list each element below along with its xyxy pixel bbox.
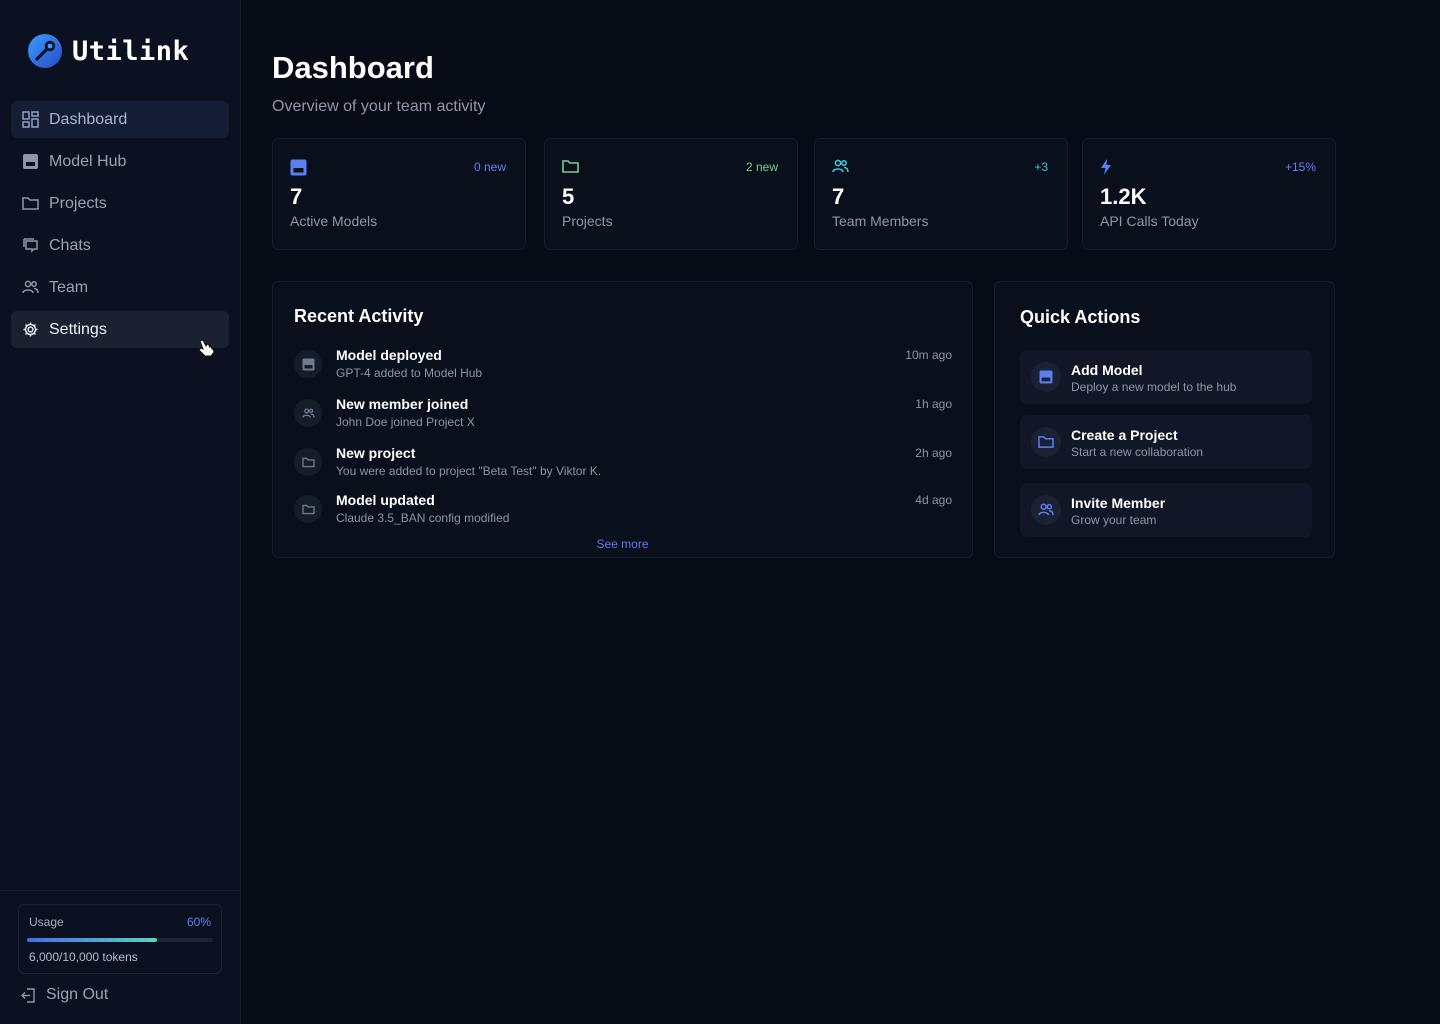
quick-action-title: Add Model [1071,362,1143,378]
stat-value: 5 [562,184,575,209]
sidebar-item-team[interactable]: Team [11,269,229,306]
sign-out-label: Sign Out [46,986,109,1003]
model-hub-icon [21,153,39,171]
create-project-button[interactable]: Create a Project Start a new collaborati… [1020,415,1312,469]
folder-icon [21,195,39,213]
usage-progress-fill [27,938,158,942]
quick-action-desc: Deploy a new model to the hub [1071,380,1237,394]
activity-title: New member joined [336,396,469,412]
team-icon [21,279,39,297]
folder-icon [294,495,322,523]
activity-title: Model updated [336,492,435,508]
model-icon [294,350,322,378]
activity-time: 4d ago [915,493,952,507]
sidebar-item-label: Projects [49,194,107,212]
see-more-link[interactable]: See more [273,537,972,551]
sidebar-item-chats[interactable]: Chats [11,227,229,264]
stat-badge: 2 new [745,160,778,174]
stat-label: Projects [562,213,613,229]
brand-name: Utilink [72,35,190,67]
invite-member-button[interactable]: Invite Member Grow your team [1020,483,1312,537]
activity-desc: John Doe joined Project X [336,415,475,429]
activity-time: 2h ago [915,446,952,460]
folder-icon [294,448,322,476]
page-title: Dashboard [272,50,434,85]
stat-card-team-members[interactable]: +3 7 Team Members [814,138,1068,250]
lightning-icon [1100,159,1112,180]
usage-card: Usage 60% 6,000/10,000 tokens [18,904,222,974]
model-icon [290,159,307,181]
stat-card-active-models[interactable]: 0 new 7 Active Models [272,138,526,250]
activity-title: Model deployed [336,347,442,363]
add-model-button[interactable]: Add Model Deploy a new model to the hub [1020,350,1312,404]
usage-percent: 60% [186,915,211,929]
quick-action-desc: Start a new collaboration [1071,445,1204,459]
sidebar-item-projects[interactable]: Projects [11,185,229,222]
stat-value: 7 [832,184,845,209]
sidebar-item-dashboard[interactable]: Dashboard [11,101,229,138]
chat-icon [21,237,39,255]
sidebar-item-label: Dashboard [49,110,128,128]
stat-card-api-calls[interactable]: +15% 1.2K API Calls Today [1082,138,1336,250]
usage-tokens: 6,000/10,000 tokens [29,950,138,964]
gear-icon [21,321,39,339]
sidebar-item-label: Chats [49,236,91,254]
sidebar-item-label: Settings [49,320,107,338]
folder-icon [1031,427,1061,457]
quick-action-title: Create a Project [1071,427,1178,443]
stat-card-projects[interactable]: 2 new 5 Projects [544,138,798,250]
model-icon [1031,362,1061,392]
stat-label: Team Members [832,213,929,229]
hand-cursor-icon [195,337,217,364]
stat-label: API Calls Today [1100,213,1199,229]
activity-time: 1h ago [915,397,952,411]
stat-badge: +3 [1034,160,1048,174]
usage-progress-track [27,938,213,942]
activity-item[interactable]: Model updated Claude 3.5_BAN config modi… [294,492,952,532]
sidebar-item-label: Team [49,278,89,296]
sign-out-button[interactable]: Sign Out [21,986,108,1004]
activity-item[interactable]: New member joined John Doe joined Projec… [294,396,952,436]
activity-title: New project [336,445,416,461]
stat-label: Active Models [290,213,378,229]
brand-logo[interactable]: Utilink [28,34,189,68]
sidebar-footer: Usage 60% 6,000/10,000 tokens Sign Out [0,890,240,1003]
activity-desc: Claude 3.5_BAN config modified [336,511,510,525]
activity-desc: You were added to project "Beta Test" by… [336,464,602,478]
activity-desc: GPT-4 added to Model Hub [336,366,483,380]
team-icon [1031,495,1061,525]
quick-actions-title: Quick Actions [1020,307,1141,327]
sidebar: Utilink Dashboard Model Hub Projects Cha… [0,0,241,1024]
stat-badge: +15% [1284,160,1316,174]
quick-action-title: Invite Member [1071,495,1166,511]
recent-activity-title: Recent Activity [294,306,424,326]
activity-time: 10m ago [905,348,952,362]
sidebar-item-model-hub[interactable]: Model Hub [11,143,229,180]
stat-value: 7 [290,184,303,209]
quick-action-desc: Grow your team [1071,513,1157,527]
folder-icon [562,159,579,179]
sidebar-item-label: Model Hub [49,152,127,170]
activity-item[interactable]: Model deployed GPT-4 added to Model Hub … [294,347,952,387]
dashboard-icon [21,111,39,129]
page-subtitle: Overview of your team activity [272,98,486,115]
stat-value: 1.2K [1100,184,1147,209]
stat-badge: 0 new [473,160,506,174]
team-icon [832,159,849,179]
usage-label: Usage [29,915,64,929]
activity-item[interactable]: New project You were added to project "B… [294,445,952,485]
team-icon [294,399,322,427]
utilink-logo-icon [28,34,62,68]
quick-actions-panel: Quick Actions Add Model Deploy a new mod… [994,281,1335,558]
recent-activity-panel: Recent Activity Model deployed GPT-4 add… [272,281,973,558]
sign-out-icon [21,987,36,1003]
sidebar-nav: Dashboard Model Hub Projects Chats Team … [11,101,229,353]
